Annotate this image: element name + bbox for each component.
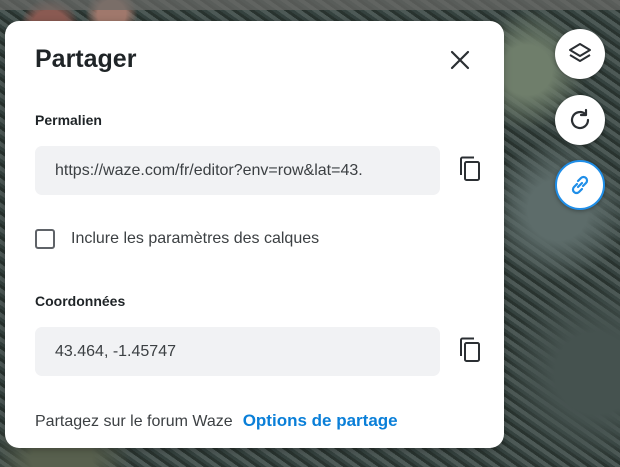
copy-icon bbox=[460, 156, 480, 181]
copy-permalink-button[interactable] bbox=[455, 154, 485, 184]
link-icon bbox=[571, 175, 589, 195]
layers-icon bbox=[569, 43, 591, 62]
share-link-button[interactable] bbox=[555, 160, 605, 210]
share-panel: Partager Permalien https://waze.com/fr/e… bbox=[5, 21, 504, 448]
refresh-button[interactable] bbox=[555, 95, 605, 145]
layers-button[interactable] bbox=[555, 29, 605, 79]
include-layers-label: Inclure les paramètres des calques bbox=[71, 230, 320, 247]
top-strip bbox=[0, 0, 620, 10]
include-layers-checkbox[interactable] bbox=[35, 229, 55, 249]
permalink-field[interactable]: https://waze.com/fr/editor?env=row&lat=4… bbox=[35, 146, 440, 195]
coordinates-value: 43.464, -1.45747 bbox=[55, 342, 176, 360]
coordinates-label: Coordonnées bbox=[35, 293, 126, 309]
permalink-value: https://waze.com/fr/editor?env=row&lat=4… bbox=[55, 161, 363, 179]
share-footer: Partagez sur le forum Waze Options de pa… bbox=[35, 411, 398, 431]
share-options-link[interactable]: Options de partage bbox=[243, 411, 398, 431]
copy-icon bbox=[460, 337, 480, 362]
forum-share-text: Partagez sur le forum Waze bbox=[35, 413, 233, 430]
refresh-icon bbox=[570, 108, 590, 130]
include-layers-option[interactable]: Inclure les paramètres des calques bbox=[35, 229, 319, 249]
coordinates-field[interactable]: 43.464, -1.45747 bbox=[35, 327, 440, 376]
copy-coordinates-button[interactable] bbox=[455, 335, 485, 365]
close-button[interactable] bbox=[443, 45, 477, 75]
close-icon bbox=[450, 50, 470, 70]
panel-title: Partager bbox=[35, 45, 137, 73]
permalink-label: Permalien bbox=[35, 112, 102, 128]
